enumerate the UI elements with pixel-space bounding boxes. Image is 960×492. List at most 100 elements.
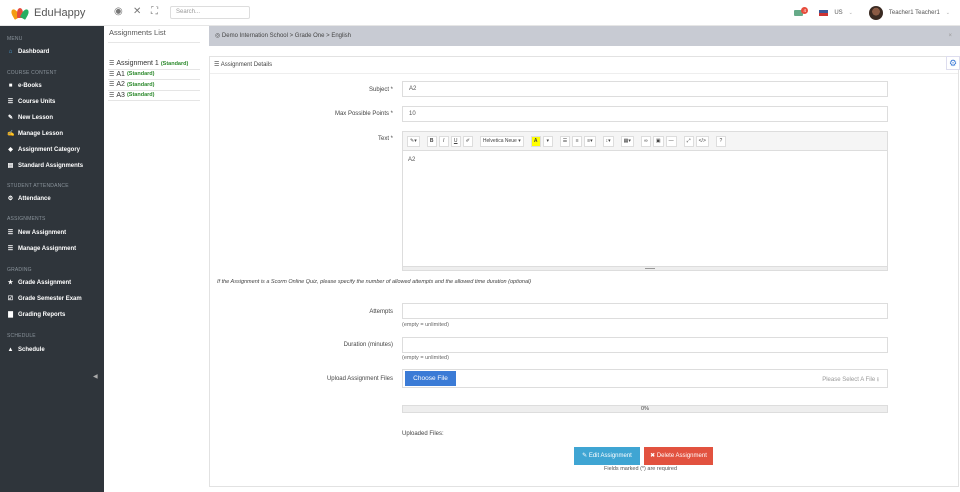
- sidebar-item-manage-assignment[interactable]: ☰ Manage Assignment: [7, 244, 76, 253]
- layout-icon: ▤: [7, 163, 14, 169]
- sidebar-heading-attendance: STUDENT ATTENDANCE: [7, 183, 69, 189]
- home-icon: ⌂: [8, 48, 13, 55]
- tag-icon: ◆: [8, 147, 13, 153]
- list-icon: ☰: [214, 62, 220, 68]
- sidebar-item-assignment-category[interactable]: ◆ Assignment Category: [7, 145, 80, 154]
- eye-icon[interactable]: ◉: [114, 7, 123, 17]
- list-item[interactable]: ☰ A2 (Standard): [108, 80, 200, 91]
- code-icon[interactable]: </>: [695, 135, 709, 147]
- max-points-field[interactable]: 10: [402, 106, 888, 122]
- breadcrumb-bar: ◎ Demo Internation School > Grade One > …: [209, 26, 960, 46]
- collapse-sidebar-icon[interactable]: ◀: [93, 373, 98, 380]
- list-item[interactable]: ☰ A3 (Standard): [108, 91, 200, 101]
- mail-icon[interactable]: 4: [794, 6, 809, 16]
- file-placeholder: Please Select A File ⭳: [822, 377, 879, 383]
- link-icon[interactable]: ∞: [640, 135, 651, 147]
- italic-icon[interactable]: I: [438, 135, 449, 147]
- hr-icon[interactable]: —: [665, 135, 677, 147]
- duration-field[interactable]: [402, 337, 888, 353]
- bold-icon[interactable]: B: [426, 135, 437, 147]
- ordered-list-icon[interactable]: ≡: [572, 135, 583, 147]
- bell-icon: ▲: [7, 346, 14, 353]
- resize-handle[interactable]: [403, 266, 887, 270]
- text-color-icon[interactable]: A: [530, 135, 541, 147]
- sidebar-heading-course-content: COURSE CONTENT: [7, 70, 57, 76]
- list-icon: ☰: [109, 82, 115, 89]
- language-selector[interactable]: US: [834, 10, 842, 16]
- list-icon: ☰: [109, 92, 115, 99]
- settings-gear-icon[interactable]: ⚙: [946, 56, 960, 70]
- search-input[interactable]: Search...: [170, 6, 250, 19]
- underline-icon[interactable]: U: [450, 135, 461, 147]
- avatar[interactable]: [868, 5, 883, 20]
- sidebar-item-new-lesson[interactable]: ✎ New Lesson: [7, 113, 53, 122]
- color-dropdown-icon[interactable]: ▾: [542, 135, 553, 147]
- chart-icon: ▇: [8, 312, 13, 318]
- unordered-list-icon[interactable]: ☰: [559, 135, 571, 147]
- edit-icon: ✍: [7, 131, 15, 137]
- list-icon: ☰: [7, 246, 14, 252]
- fullscreen-icon[interactable]: ⤢: [683, 135, 694, 147]
- sidebar-heading-assignments: ASSIGNMENTS: [7, 216, 46, 222]
- sidebar-item-schedule[interactable]: ▲ Schedule: [7, 345, 45, 354]
- location-icon: ◎: [215, 33, 221, 39]
- table-icon[interactable]: ▦▾: [620, 135, 634, 147]
- assignments-list: Assignments List ☰ Assignment 1 (Standard)…: [108, 26, 200, 101]
- font-family-select[interactable]: Helvetica Neue ▾: [479, 135, 524, 147]
- eraser-icon[interactable]: ✐: [462, 135, 473, 147]
- sidebar-item-grade-semester-exam[interactable]: ☑ Grade Semester Exam: [7, 294, 82, 303]
- uploaded-files-label: Uploaded Files:: [402, 431, 444, 437]
- editor-content[interactable]: A2: [403, 151, 887, 169]
- trophy-icon: ★: [7, 280, 14, 286]
- upload-label: Upload Assignment Files: [326, 376, 393, 382]
- style-icon[interactable]: ✎▾: [407, 135, 420, 147]
- sidebar-item-ebooks[interactable]: ■ e-Books: [7, 81, 42, 90]
- sidebar: MENU ⌂ Dashboard COURSE CONTENT ■ e-Books …: [0, 26, 104, 492]
- gear-icon: ⚙: [7, 196, 14, 202]
- help-icon[interactable]: ?: [715, 135, 726, 147]
- user-name[interactable]: Teacher1 Teacher1: [889, 10, 940, 16]
- close-icon[interactable]: ×: [948, 26, 952, 46]
- sidebar-item-standard-assignments[interactable]: ▤ Standard Assignments: [7, 161, 83, 170]
- breadcrumb[interactable]: Demo Internation School > Grade One > En…: [222, 33, 351, 39]
- panel-heading: ☰ Assignment Details: [210, 57, 958, 74]
- list-icon: ☰: [109, 71, 115, 78]
- line-height-icon[interactable]: ↕▾: [602, 135, 614, 147]
- tools-icon[interactable]: ✕: [133, 7, 141, 17]
- choose-file-button[interactable]: Choose File: [405, 371, 456, 386]
- list-icon: ☰: [7, 99, 14, 105]
- scorm-note: If the Assignment is a Scorm Online Quiz…: [217, 279, 532, 285]
- brand[interactable]: EduHappy: [9, 5, 86, 21]
- sidebar-item-course-units[interactable]: ☰ Course Units: [7, 97, 56, 106]
- sidebar-item-dashboard[interactable]: ⌂ Dashboard: [7, 47, 50, 56]
- subject-label: Subject *: [368, 87, 393, 93]
- list-item[interactable]: ☰ A1 (Standard): [108, 70, 200, 80]
- list-item[interactable]: ☰ Assignment 1 (Standard): [108, 59, 200, 70]
- delete-assignment-button[interactable]: ✖ Delete Assignment: [644, 447, 713, 465]
- subject-field[interactable]: A2: [402, 81, 888, 97]
- sidebar-item-attendance[interactable]: ⚙ Attendance: [7, 194, 51, 203]
- fullscreen-icon[interactable]: ⛶: [151, 7, 158, 17]
- edit-assignment-button[interactable]: ✎ Edit Assignment: [574, 447, 640, 465]
- sidebar-item-manage-lesson[interactable]: ✍ Manage Lesson: [7, 129, 63, 138]
- required-note: Fields marked (*) are required: [604, 466, 678, 472]
- sidebar-item-new-assignment[interactable]: ☰ New Assignment: [7, 228, 66, 237]
- attempts-field[interactable]: [402, 303, 888, 319]
- editor-toolbar: ✎▾ B I U ✐ Helvetica Neue ▾ A ▾ ☰ ≡ ≡▾ ↕…: [403, 132, 887, 151]
- top-bar: EduHappy ◉ ✕ ⛶ Search... 4 US ⌄ Teacher1…: [0, 0, 960, 26]
- user-chevron-down-icon[interactable]: ⌄: [946, 10, 950, 16]
- upload-icon: ⭳: [876, 377, 879, 383]
- align-icon[interactable]: ≡▾: [584, 135, 596, 147]
- attempts-label: Attempts: [369, 309, 393, 315]
- assignments-list-heading: Assignments List: [109, 28, 166, 37]
- file-upload-field[interactable]: Please Select A File ⭳: [402, 369, 888, 388]
- image-icon[interactable]: ▣: [652, 135, 664, 147]
- rich-text-editor[interactable]: ✎▾ B I U ✐ Helvetica Neue ▾ A ▾ ☰ ≡ ≡▾ ↕…: [402, 131, 888, 271]
- sidebar-item-grading-reports[interactable]: ▇ Grading Reports: [7, 310, 65, 319]
- brand-title: EduHappy: [34, 7, 86, 19]
- sidebar-heading-menu: MENU: [7, 36, 23, 42]
- list-icon: ☰: [7, 230, 14, 236]
- chevron-down-icon[interactable]: ⌄: [849, 10, 853, 16]
- sidebar-item-grade-assignment[interactable]: ★ Grade Assignment: [7, 278, 71, 287]
- edit-icon: ✎: [582, 453, 588, 459]
